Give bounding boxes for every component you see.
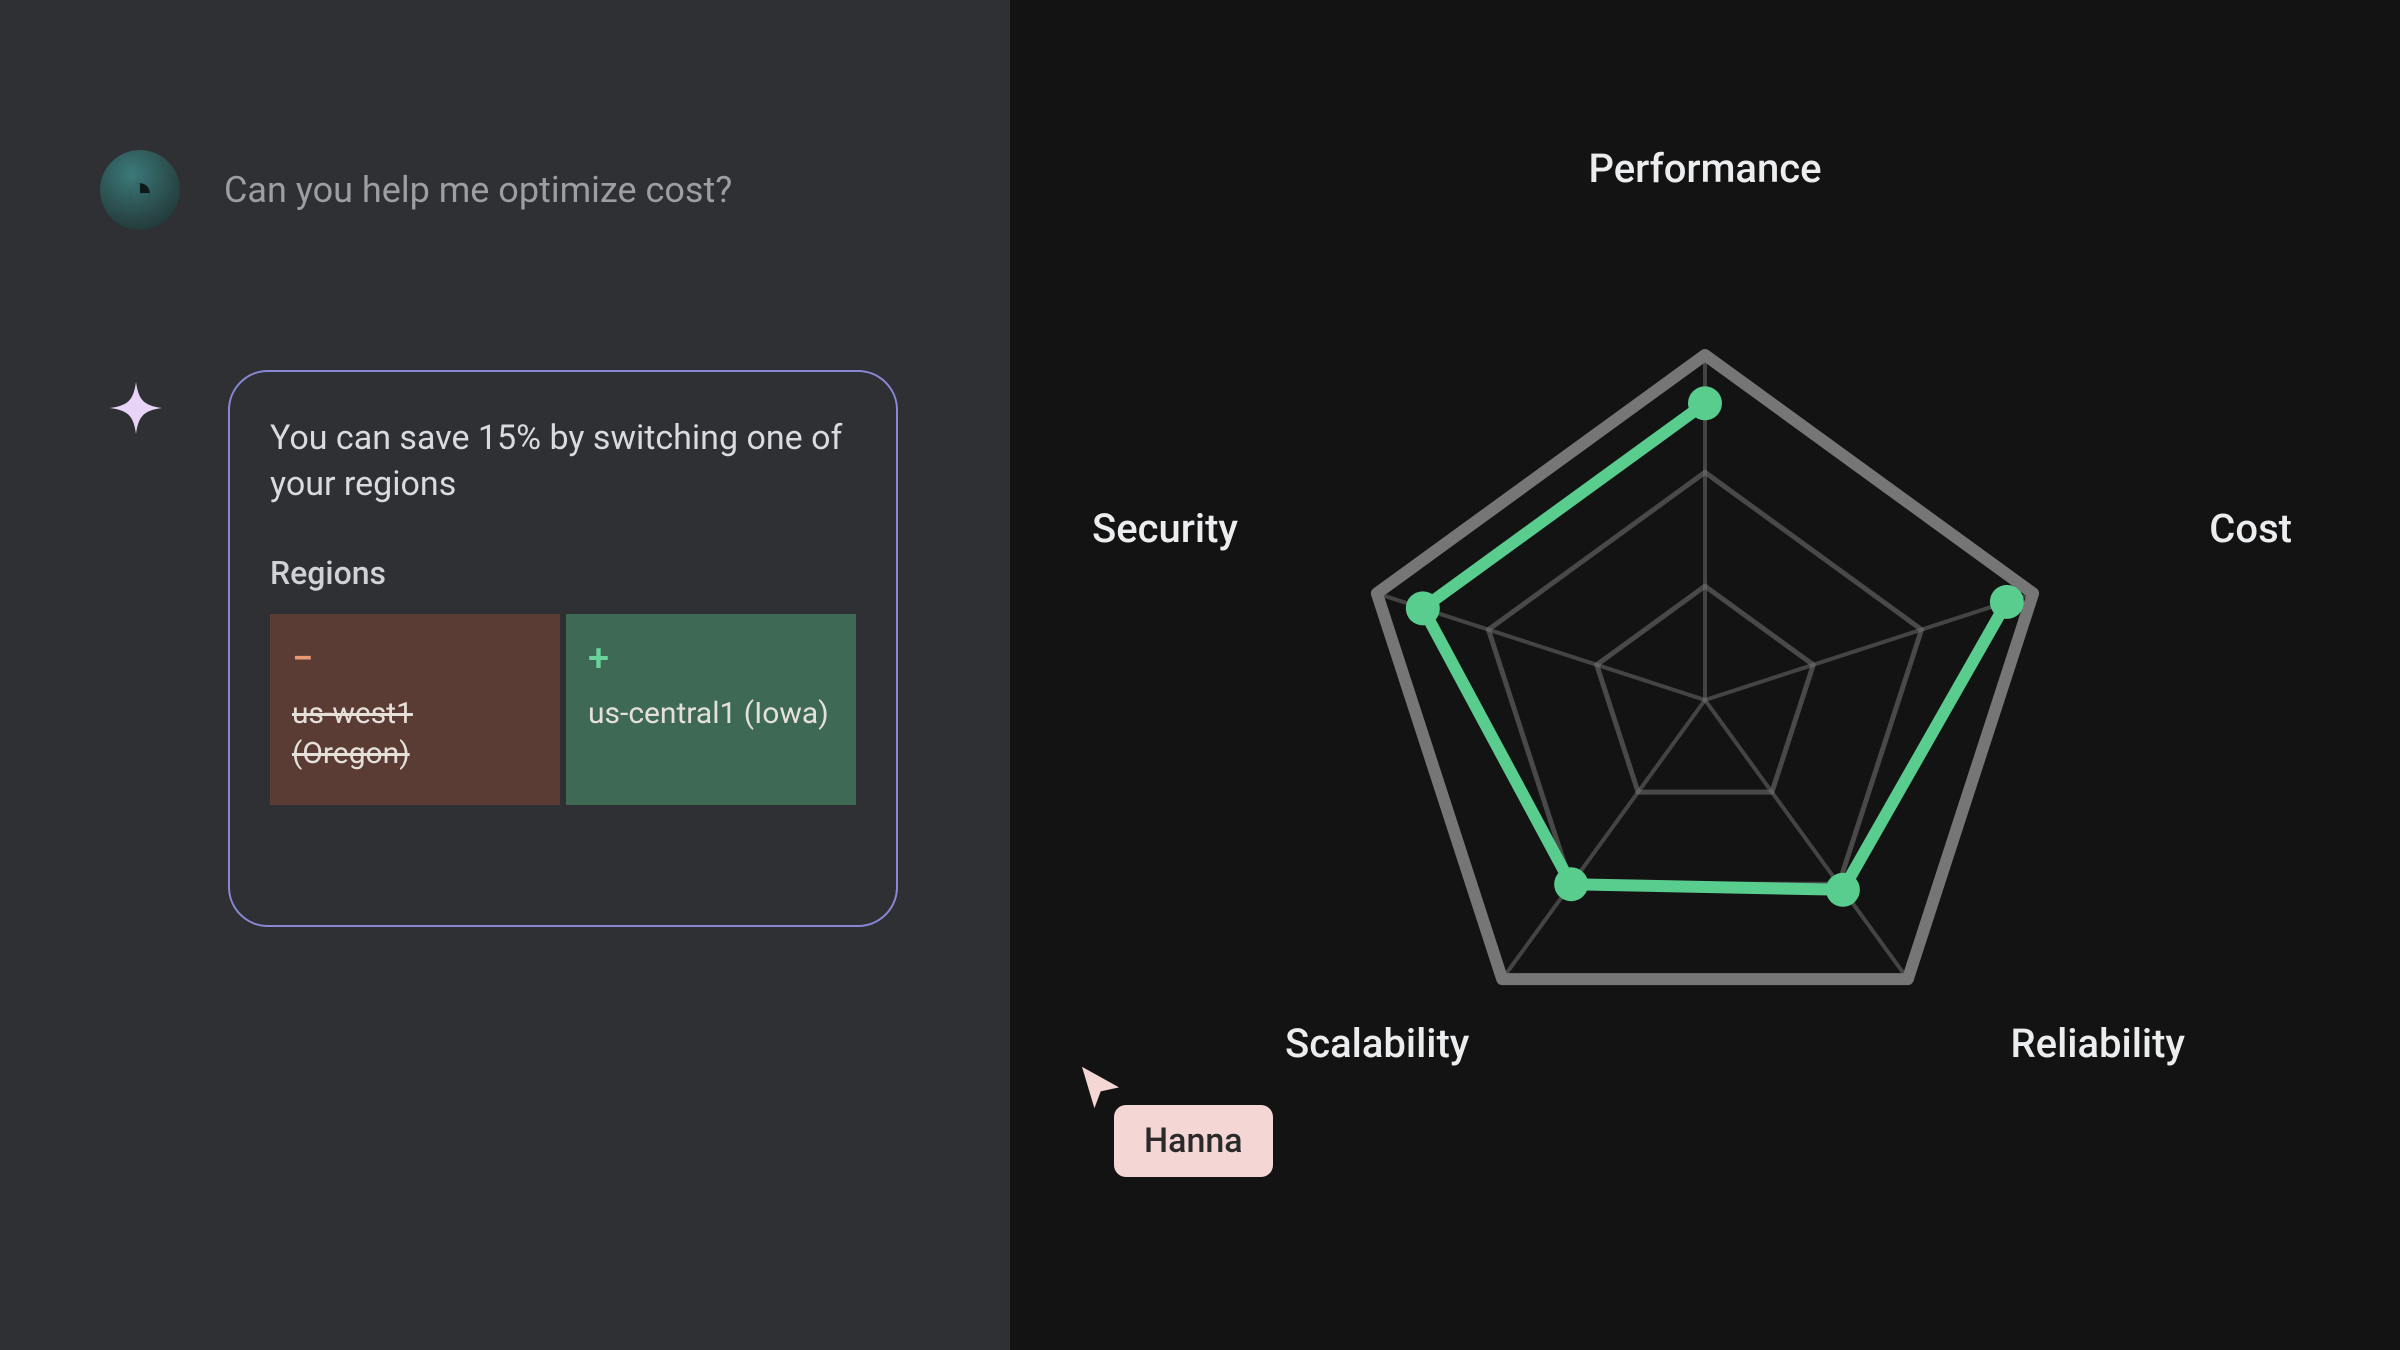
region-add-label: us-central1 (Iowa) (588, 694, 834, 735)
axis-label-cost: Cost (2209, 505, 2292, 552)
sparkle-icon (110, 382, 162, 434)
radar-chart (1325, 320, 2085, 1084)
avatar: ◔ (100, 150, 180, 230)
region-add-tile[interactable]: + us-central1 (Iowa) (566, 614, 856, 805)
user-message-text: Can you help me optimize cost? (224, 169, 732, 211)
assistant-response-card: You can save 15% by switching one of you… (228, 370, 898, 927)
region-remove-label: us-west1 (Oregon) (292, 694, 538, 775)
axis-label-performance: Performance (1588, 145, 1821, 192)
cursor-icon (1078, 1065, 1122, 1109)
minus-icon: − (292, 640, 538, 678)
regions-label: Regions (270, 554, 856, 592)
user-message-row: ◔ Can you help me optimize cost? (100, 150, 732, 230)
collaborator-name: Hanna (1114, 1105, 1273, 1177)
collaborator-cursor: Hanna (1078, 1065, 1273, 1177)
assistant-message: You can save 15% by switching one of you… (270, 416, 856, 508)
plus-icon: + (588, 640, 834, 678)
region-remove-tile[interactable]: − us-west1 (Oregon) (270, 614, 560, 805)
axis-label-security: Security (1092, 505, 1238, 552)
chat-pane: ◔ Can you help me optimize cost? You can… (0, 0, 1010, 1350)
avatar-icon: ◔ (100, 150, 180, 230)
regions-diff: − us-west1 (Oregon) + us-central1 (Iowa) (270, 614, 856, 805)
